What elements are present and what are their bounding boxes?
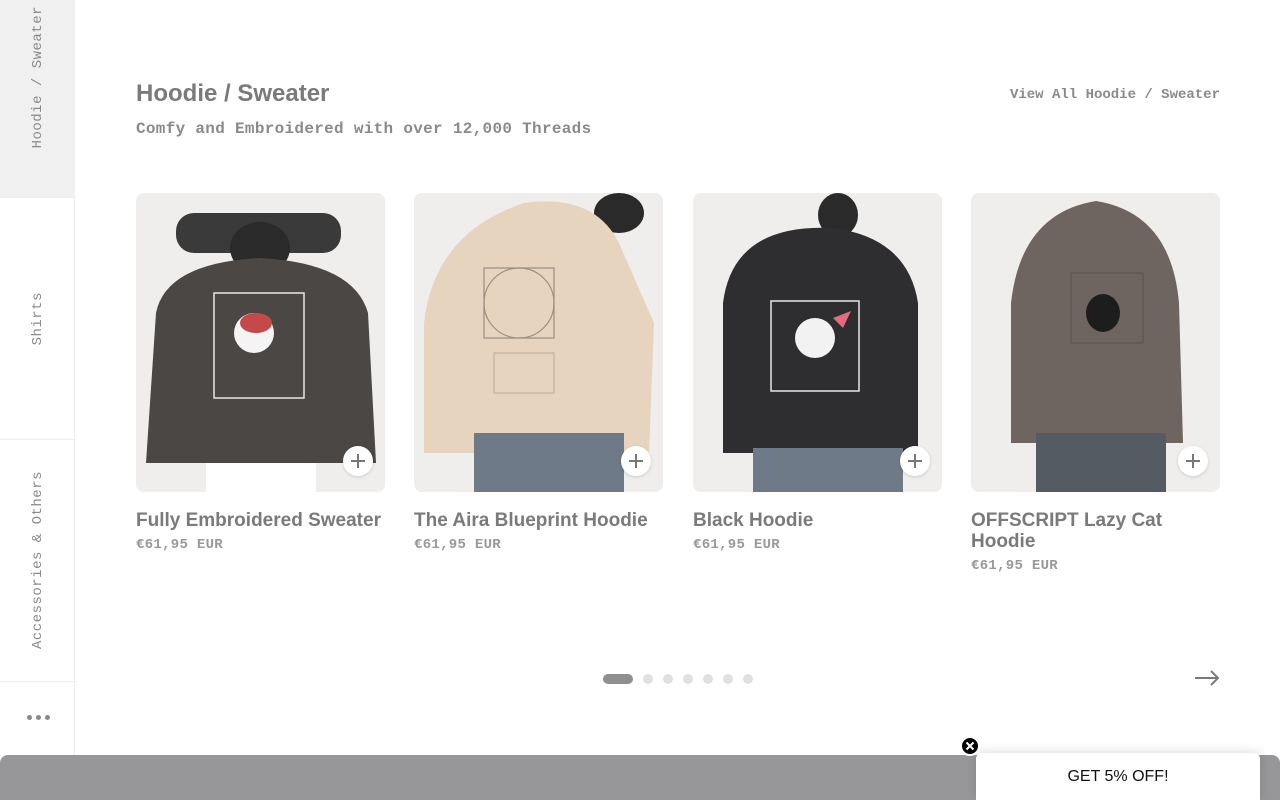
dot-glyph bbox=[26, 714, 32, 720]
arrow-right-icon[interactable] bbox=[1193, 666, 1221, 690]
sidebar-tab-label: Accessories & Others bbox=[29, 471, 46, 650]
product-name[interactable]: Black Hoodie bbox=[693, 510, 942, 531]
sidebar-tab-hoodie-sweater[interactable]: Hoodie / Sweater bbox=[0, 0, 75, 198]
add-to-cart-button[interactable] bbox=[1178, 446, 1208, 476]
product-name[interactable]: Fully Embroidered Sweater bbox=[136, 510, 385, 531]
product-price: €61,95 EUR bbox=[414, 537, 502, 553]
pagination-dot[interactable] bbox=[643, 674, 653, 684]
product-image[interactable] bbox=[971, 193, 1220, 492]
hoodie-photo bbox=[693, 193, 942, 492]
sweater-photo bbox=[136, 193, 385, 492]
pagination-dot[interactable] bbox=[663, 674, 673, 684]
sidebar-tab-accessories[interactable]: Accessories & Others bbox=[0, 440, 75, 682]
dot-glyph bbox=[35, 714, 41, 720]
product-card: The Aira Blueprint Hoodie €61,95 EUR bbox=[414, 193, 663, 553]
category-sidebar: Hoodie / Sweater Shirts Accessories & Ot… bbox=[0, 0, 75, 755]
view-all-link[interactable]: View All Hoodie / Sweater bbox=[1010, 87, 1220, 103]
product-image[interactable] bbox=[136, 193, 385, 492]
discount-popup-label: GET 5% OFF! bbox=[1067, 767, 1169, 785]
product-price: €61,95 EUR bbox=[693, 537, 781, 553]
hoodie-photo bbox=[971, 193, 1220, 492]
product-image[interactable] bbox=[414, 193, 663, 492]
add-to-cart-button[interactable] bbox=[621, 446, 651, 476]
pagination-dot[interactable] bbox=[683, 674, 693, 684]
pagination-dot[interactable] bbox=[743, 674, 753, 684]
product-name[interactable]: OFFSCRIPT Lazy Cat Hoodie bbox=[971, 510, 1220, 552]
sidebar-tab-shirts[interactable]: Shirts bbox=[0, 198, 75, 440]
sidebar-tab-label: Hoodie / Sweater bbox=[30, 6, 46, 149]
product-card: Black Hoodie €61,95 EUR bbox=[693, 193, 942, 553]
product-card: Fully Embroidered Sweater €61,95 EUR bbox=[136, 193, 385, 553]
section-title: Hoodie / Sweater bbox=[136, 80, 330, 107]
product-image[interactable] bbox=[693, 193, 942, 492]
carousel-pagination bbox=[603, 674, 753, 684]
add-to-cart-button[interactable] bbox=[900, 446, 930, 476]
section-subtitle: Comfy and Embroidered with over 12,000 T… bbox=[136, 120, 592, 138]
pagination-dot[interactable] bbox=[703, 674, 713, 684]
sidebar-tab-label: Shirts bbox=[29, 291, 46, 346]
product-card: OFFSCRIPT Lazy Cat Hoodie €61,95 EUR bbox=[971, 193, 1220, 574]
pagination-dot[interactable] bbox=[603, 674, 633, 684]
close-icon[interactable] bbox=[960, 736, 980, 756]
pagination-dot[interactable] bbox=[723, 674, 733, 684]
dot-glyph bbox=[44, 714, 50, 720]
product-price: €61,95 EUR bbox=[971, 558, 1059, 574]
hoodie-photo bbox=[414, 193, 663, 492]
product-price: €61,95 EUR bbox=[136, 537, 224, 553]
add-to-cart-button[interactable] bbox=[343, 446, 373, 476]
discount-popup-button[interactable]: GET 5% OFF! bbox=[976, 753, 1260, 800]
more-dots-icon[interactable] bbox=[20, 700, 56, 734]
product-name[interactable]: The Aira Blueprint Hoodie bbox=[414, 510, 663, 531]
